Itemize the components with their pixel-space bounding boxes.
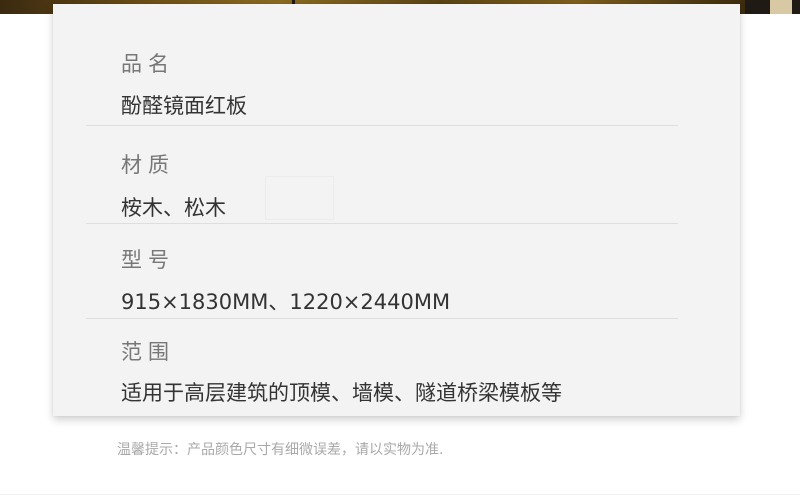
photo-highlight: [770, 0, 792, 14]
spec-label: 品名: [121, 52, 175, 76]
divider: [86, 125, 678, 126]
spec-value: 桉木、松木: [121, 196, 226, 220]
divider: [86, 223, 678, 224]
disclaimer-note: 温馨提示：产品颜色尺寸有细微误差，请以实物为准.: [117, 442, 444, 458]
faint-outline: [265, 176, 334, 220]
spec-value: 酚醛镜面红板: [121, 94, 247, 118]
spec-value: 适用于高层建筑的顶模、墙模、隧道桥梁模板等: [121, 381, 562, 405]
spec-label: 型号: [121, 248, 175, 272]
divider: [86, 318, 678, 319]
spec-label: 范围: [121, 340, 175, 364]
spec-value: 915×1830MM、1220×2440MM: [121, 290, 451, 314]
spec-label: 材质: [121, 153, 175, 177]
divider: [0, 494, 800, 495]
spec-card: 品名 酚醛镜面红板 材质 桉木、松木 型号 915×1830MM、1220×24…: [53, 4, 740, 416]
